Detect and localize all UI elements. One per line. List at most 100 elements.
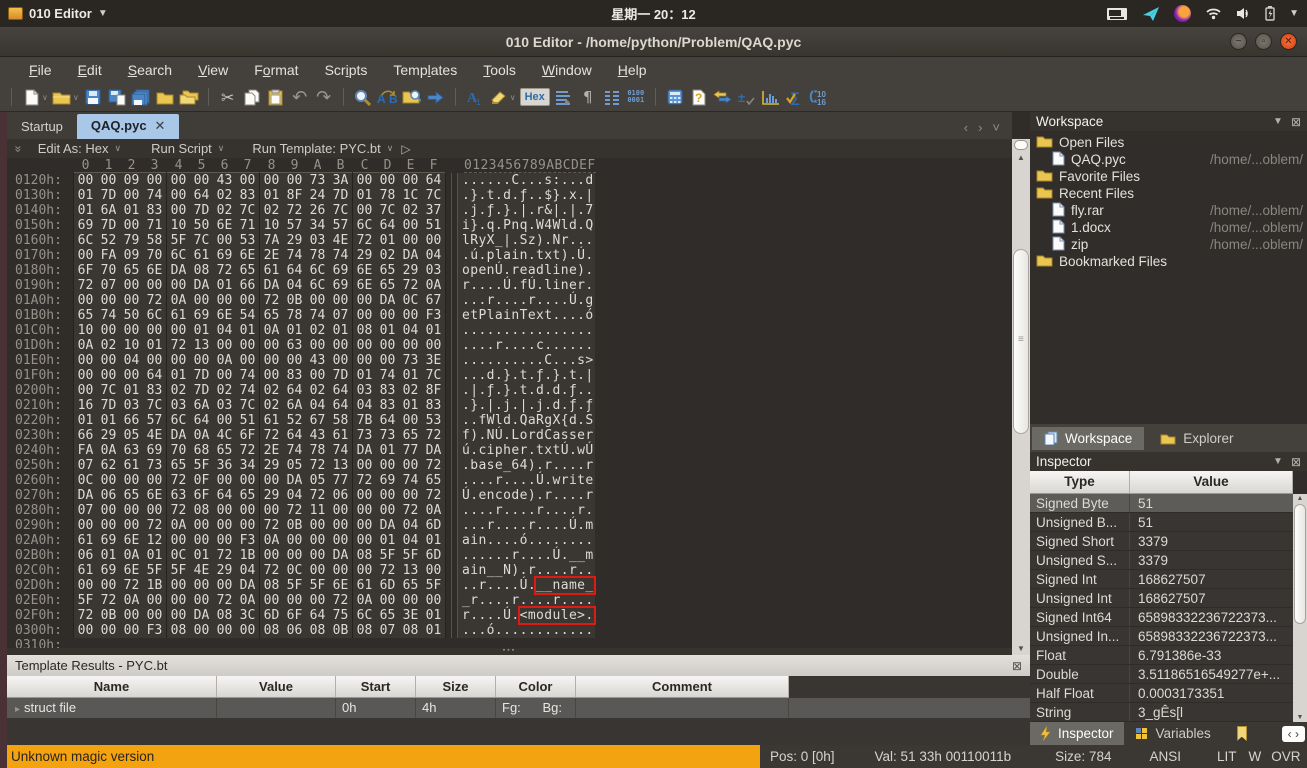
template-results-row[interactable]: ▸struct file0h4hFg: Bg: bbox=[7, 698, 1030, 718]
hex-byte[interactable]: 69 bbox=[74, 218, 97, 233]
hex-row[interactable]: 0120h:00000900000043000000733A00000064..… bbox=[7, 173, 1012, 188]
hex-byte[interactable]: 04 bbox=[236, 563, 259, 578]
hex-byte[interactable]: 64 bbox=[283, 263, 306, 278]
hex-byte[interactable]: 07 bbox=[376, 623, 399, 638]
hex-byte[interactable]: 01 bbox=[167, 368, 190, 383]
hex-byte[interactable]: 00 bbox=[283, 548, 306, 563]
hex-byte[interactable]: 72 bbox=[353, 233, 376, 248]
hex-byte[interactable]: 00 bbox=[213, 233, 236, 248]
hex-byte[interactable]: 0A bbox=[120, 548, 143, 563]
hex-byte[interactable]: 71 bbox=[143, 218, 166, 233]
hex-byte[interactable]: 6C bbox=[306, 278, 329, 293]
hex-bytes[interactable]: DA06656E636F64652904720600000072 bbox=[73, 488, 446, 503]
inspector-row[interactable]: Signed Int6465898332236722373... bbox=[1030, 608, 1307, 627]
hex-ascii[interactable]: ..r....Ú.__name_ bbox=[458, 578, 595, 593]
hex-ascii[interactable]: .|.ƒ.}.t.d.d.ƒ.. bbox=[458, 383, 595, 398]
hex-row[interactable]: 0230h:6629054EDA0A4C6F7264436173736572f)… bbox=[7, 428, 1012, 443]
hex-byte[interactable]: 7D bbox=[190, 368, 213, 383]
hex-byte[interactable]: 50 bbox=[120, 308, 143, 323]
hex-byte[interactable]: 00 bbox=[236, 353, 259, 368]
hex-byte[interactable]: 00 bbox=[143, 608, 166, 623]
hex-byte[interactable]: 01 bbox=[376, 443, 399, 458]
status-writable-toggle[interactable]: W bbox=[1243, 749, 1268, 764]
hex-byte[interactable]: 12 bbox=[143, 533, 166, 548]
hex-ascii[interactable]: ú.cipher.txtÚ.wÚ bbox=[458, 443, 595, 458]
hex-byte[interactable]: 29 bbox=[260, 488, 283, 503]
hex-byte[interactable]: 10 bbox=[120, 338, 143, 353]
tree-item-open-files[interactable]: Open Files bbox=[1030, 134, 1307, 151]
hex-byte[interactable]: 00 bbox=[167, 323, 190, 338]
hex-byte[interactable]: 72 bbox=[213, 593, 236, 608]
hex-byte[interactable]: DA bbox=[190, 278, 213, 293]
hex-byte[interactable]: 01 bbox=[190, 323, 213, 338]
hex-byte[interactable]: 64 bbox=[190, 188, 213, 203]
hex-byte[interactable]: 78 bbox=[283, 308, 306, 323]
hex-byte[interactable]: 6E bbox=[143, 263, 166, 278]
hex-byte[interactable]: 00 bbox=[97, 173, 120, 188]
hex-byte[interactable]: 5F bbox=[167, 563, 190, 578]
hex-byte[interactable]: 00 bbox=[213, 578, 236, 593]
hex-ascii[interactable]: ain....ó........ bbox=[458, 533, 595, 548]
hex-byte[interactable]: 26 bbox=[306, 203, 329, 218]
hex-ascii[interactable]: ...r....r....Ú.m bbox=[458, 518, 595, 533]
hex-byte[interactable]: 01 bbox=[376, 233, 399, 248]
tab-inspector[interactable]: Inspector bbox=[1030, 722, 1124, 745]
hex-byte[interactable]: 16 bbox=[74, 398, 97, 413]
hex-byte[interactable]: 01 bbox=[376, 533, 399, 548]
hex-byte[interactable]: 5F bbox=[74, 593, 97, 608]
hex-byte[interactable]: 6E bbox=[329, 578, 352, 593]
hex-byte[interactable]: 00 bbox=[74, 293, 97, 308]
window-title-bar[interactable]: 010 Editor - /home/python/Problem/QAQ.py… bbox=[0, 27, 1307, 57]
hex-byte[interactable]: 72 bbox=[306, 488, 329, 503]
hex-row[interactable]: 02C0h:61696E5F5F4E2904720C000000721300ai… bbox=[7, 563, 1012, 578]
hex-byte[interactable]: 00 bbox=[376, 338, 399, 353]
hex-byte[interactable]: 01 bbox=[74, 203, 97, 218]
column-mode-icon[interactable] bbox=[602, 86, 622, 108]
hex-byte[interactable]: 00 bbox=[306, 518, 329, 533]
hex-byte[interactable]: 00 bbox=[353, 293, 376, 308]
hex-byte[interactable]: 83 bbox=[283, 368, 306, 383]
hex-byte[interactable]: 83 bbox=[143, 383, 166, 398]
hex-byte[interactable]: DA bbox=[376, 293, 399, 308]
keyboard-icon[interactable] bbox=[1106, 7, 1128, 21]
hex-byte[interactable]: 65 bbox=[74, 308, 97, 323]
hex-byte[interactable]: 36 bbox=[213, 458, 236, 473]
hex-byte[interactable]: DA bbox=[399, 248, 422, 263]
hex-byte[interactable]: 00 bbox=[74, 623, 97, 638]
hex-byte[interactable]: 00 bbox=[329, 533, 352, 548]
hex-byte[interactable]: 6E bbox=[143, 488, 166, 503]
inspector-row[interactable]: Unsigned Int168627507 bbox=[1030, 589, 1307, 608]
hex-byte[interactable]: 0A bbox=[190, 428, 213, 443]
hex-byte[interactable]: 0A bbox=[213, 353, 236, 368]
hex-byte[interactable]: 4E bbox=[190, 563, 213, 578]
hex-rows[interactable]: 0120h:00000900000043000000733A00000064..… bbox=[7, 173, 1012, 653]
hex-byte[interactable]: 00 bbox=[236, 503, 259, 518]
hex-byte[interactable]: 6F bbox=[190, 488, 213, 503]
hex-byte[interactable]: 72 bbox=[399, 278, 422, 293]
hex-byte[interactable]: 65 bbox=[236, 263, 259, 278]
hex-byte[interactable]: 00 bbox=[260, 338, 283, 353]
hex-byte[interactable]: 7C bbox=[236, 398, 259, 413]
hex-byte[interactable]: 04 bbox=[213, 323, 236, 338]
hex-byte[interactable]: 78 bbox=[306, 443, 329, 458]
hex-byte[interactable]: 00 bbox=[143, 353, 166, 368]
hex-byte[interactable]: 61 bbox=[260, 413, 283, 428]
hex-byte[interactable]: 6D bbox=[260, 608, 283, 623]
hex-byte[interactable]: 01 bbox=[97, 548, 120, 563]
hex-byte[interactable]: 29 bbox=[260, 458, 283, 473]
hex-byte[interactable]: 29 bbox=[283, 233, 306, 248]
hex-bytes[interactable]: 0000721B000000DA085F5F6E616D655F bbox=[73, 578, 446, 593]
hex-byte[interactable]: 02 bbox=[260, 398, 283, 413]
hex-row[interactable]: 0290h:000000720A000000720B000000DA046D..… bbox=[7, 518, 1012, 533]
hex-byte[interactable]: 00 bbox=[213, 368, 236, 383]
hex-byte[interactable]: 63 bbox=[167, 488, 190, 503]
tree-item-zip[interactable]: zip/home/...oblem/ bbox=[1030, 236, 1307, 253]
hex-byte[interactable]: 74 bbox=[329, 248, 352, 263]
hex-byte[interactable]: 02 bbox=[97, 338, 120, 353]
hex-byte[interactable]: 65 bbox=[376, 263, 399, 278]
hex-byte[interactable]: 02 bbox=[376, 248, 399, 263]
hex-ascii[interactable]: r....Ú.fÚ.liner. bbox=[458, 278, 595, 293]
inspector-row[interactable]: Unsigned B...51 bbox=[1030, 513, 1307, 532]
hex-row[interactable]: 01F0h:00000064017D00740083007D0174017C..… bbox=[7, 368, 1012, 383]
hex-byte[interactable]: 77 bbox=[329, 473, 352, 488]
